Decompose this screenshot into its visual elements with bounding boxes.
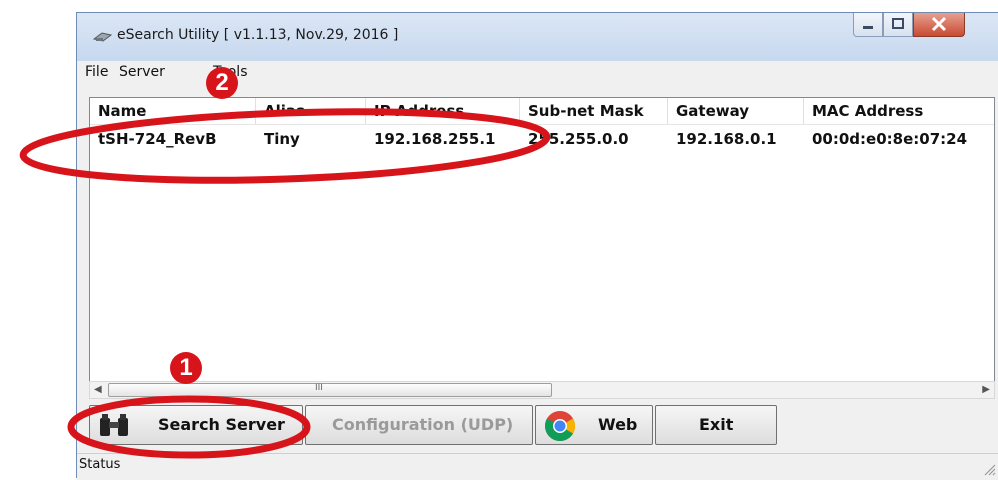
web-button[interactable]: Web: [535, 405, 653, 445]
title-bar: eSearch Utility [ v1.1.13, Nov.29, 2016 …: [77, 13, 998, 61]
column-header-gateway[interactable]: Gateway: [668, 98, 804, 124]
chrome-icon: [545, 411, 575, 442]
maximize-icon: [892, 18, 904, 29]
step-badge-2: 2: [206, 67, 238, 99]
close-icon: [931, 16, 947, 32]
table-row[interactable]: tSH-724_RevB Tiny 192.168.255.1 255.255.…: [90, 125, 994, 153]
scroll-right-icon[interactable]: ▶: [982, 384, 990, 395]
web-label: Web: [598, 415, 638, 434]
close-button[interactable]: [913, 13, 965, 37]
cell-gateway: 192.168.0.1: [676, 130, 777, 148]
exit-button[interactable]: Exit: [655, 405, 777, 445]
minimize-icon: [863, 26, 873, 29]
maximize-button[interactable]: [883, 13, 913, 37]
step-badge-1: 1: [170, 352, 202, 384]
scroll-left-icon[interactable]: ◀: [94, 384, 102, 395]
resize-grip-icon[interactable]: [982, 462, 996, 476]
scroll-grip: III: [315, 383, 323, 393]
column-header-subnet[interactable]: Sub-net Mask: [520, 98, 668, 124]
cell-name: tSH-724_RevB: [98, 130, 217, 148]
column-header-ip[interactable]: IP Address: [366, 98, 520, 124]
window-title: eSearch Utility [ v1.1.13, Nov.29, 2016 …: [117, 27, 399, 43]
search-server-label: Search Server: [158, 415, 285, 434]
column-header-mac[interactable]: MAC Address: [804, 98, 994, 124]
list-header: Name Alias IP Address Sub-net Mask Gatew…: [90, 98, 994, 125]
cell-mac: 00:0d:e0:8e:07:24: [812, 130, 968, 148]
menu-file[interactable]: File: [85, 64, 108, 80]
exit-label: Exit: [699, 415, 734, 434]
menu-server[interactable]: Server: [119, 64, 165, 80]
configuration-udp-label: Configuration (UDP): [332, 415, 514, 434]
configuration-udp-button[interactable]: Configuration (UDP): [305, 405, 533, 445]
scroll-thumb[interactable]: III: [108, 383, 552, 397]
cell-ip: 192.168.255.1: [374, 130, 496, 148]
cell-subnet: 255.255.0.0: [528, 130, 629, 148]
status-bar: Status: [77, 453, 998, 480]
binoculars-icon: [100, 414, 128, 436]
search-server-button[interactable]: Search Server: [89, 405, 303, 445]
app-icon: [93, 32, 113, 42]
cell-alias: Tiny: [264, 130, 300, 148]
server-list[interactable]: Name Alias IP Address Sub-net Mask Gatew…: [89, 97, 995, 399]
column-header-name[interactable]: Name: [90, 98, 256, 124]
column-header-alias[interactable]: Alias: [256, 98, 366, 124]
minimize-button[interactable]: [853, 13, 883, 37]
status-text: Status: [79, 457, 121, 472]
horizontal-scrollbar[interactable]: ◀ III ▶: [89, 381, 995, 399]
